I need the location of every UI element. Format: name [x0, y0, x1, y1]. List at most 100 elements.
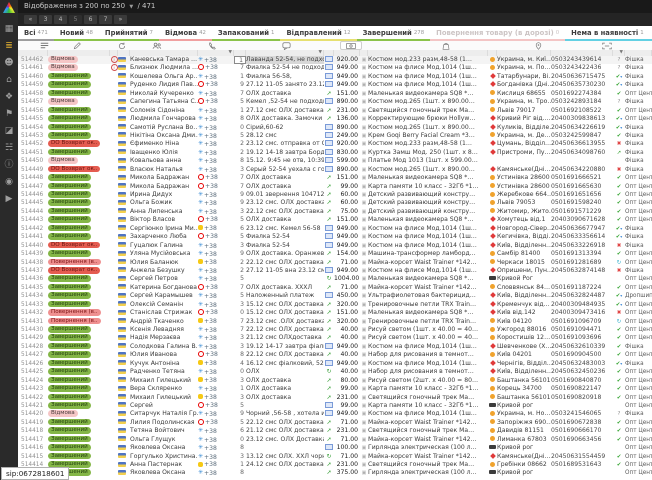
- table-row[interactable]: 514451ЗавершенийІващенко Юлія✳+38219.12 …: [18, 149, 652, 157]
- tracking-number-cell[interactable]: 0501690840870: [551, 377, 613, 385]
- comment-cell[interactable]: 15.12 смс ОЛХ доставка: [246, 301, 324, 309]
- tracking-number-cell[interactable]: 0501691665630: [551, 183, 613, 191]
- tab-Прийнятий[interactable]: Прийнятий7: [99, 26, 159, 41]
- phone-cell[interactable]: ✳+38: [198, 242, 234, 250]
- table-row[interactable]: 514420ВідмоваСитарчук Наталія Гр…✳+389Чо…: [18, 410, 652, 418]
- phone-cell[interactable]: ✳+38: [198, 292, 234, 300]
- stats-icon[interactable]: ◪: [0, 123, 18, 140]
- table-row[interactable]: 514434ЗавершенийСергей Карамышев✳+385Нал…: [18, 292, 652, 300]
- page-button-7[interactable]: 7: [99, 15, 112, 24]
- comment-cell[interactable]: 09.01 звернення 10471203 04…: [246, 191, 324, 199]
- bag-icon[interactable]: [442, 41, 450, 50]
- money-icon[interactable]: [340, 41, 362, 50]
- tracking-number-cell[interactable]: [551, 157, 613, 165]
- table-row[interactable]: 514462ВідмоваiКаневська Тамара …✳+381Лав…: [18, 56, 652, 64]
- table-row[interactable]: 514421ЗавершенийСергей+38599.00▣Карта па…: [18, 402, 652, 410]
- tracking-number-cell[interactable]: 0501691598240: [551, 199, 613, 207]
- tracking-number-cell[interactable]: [551, 444, 613, 452]
- table-row[interactable]: 514452DO Возврат ок..Єфименко Ніна✳+3822…: [18, 140, 652, 148]
- page-button-4[interactable]: 4: [54, 15, 67, 24]
- table-row[interactable]: 514460ЗавершенийКошелева Ольга Ар…✳+381Ф…: [18, 73, 652, 81]
- comment-cell[interactable]: Сірий,60-62: [246, 124, 324, 132]
- table-row[interactable]: 514422ЗавершенийМихаил Гилецький+383ОЛХ …: [18, 394, 652, 402]
- settings-icon[interactable]: ☵: [0, 140, 18, 157]
- phone-cell[interactable]: ✳+38: [198, 199, 234, 207]
- tracking-number-cell[interactable]: 20450631554459: [551, 453, 613, 461]
- products-icon[interactable]: ❖: [0, 89, 18, 106]
- tracking-number-cell[interactable]: 20450632450236: [551, 368, 613, 376]
- phone-cell[interactable]: ✳+38: [198, 275, 234, 283]
- tab-Нема в наявності[interactable]: Нема в наявності1: [565, 26, 650, 41]
- phone-cell[interactable]: +38: [198, 377, 234, 385]
- table-row[interactable]: 514454ЗавершенийСамотій Руслана Во…✳+380…: [18, 124, 652, 132]
- phone-cell[interactable]: ✳+38: [198, 469, 234, 477]
- tab-Запакований[interactable]: Запакований1: [212, 26, 281, 41]
- phone-cell[interactable]: ✳+38: [198, 410, 234, 418]
- location-pin-icon[interactable]: [535, 41, 542, 50]
- comment-cell[interactable]: Фиалка 52-54: [246, 242, 324, 250]
- edit-icon[interactable]: [73, 41, 81, 50]
- tracking-number-cell[interactable]: 0503243439614: [551, 56, 613, 64]
- table-row[interactable]: 514430ЗавершенийКсенія Левадняя✳+38722.1…: [18, 326, 652, 334]
- table-row[interactable]: 514444ЗавершенийАнна Липенська✳+38322.12…: [18, 208, 652, 216]
- comment-cell[interactable]: Серый 52-54 уехала с города: [246, 166, 324, 174]
- tab-Відмова[interactable]: Відмова42: [159, 26, 212, 41]
- tracking-number-cell[interactable]: 0501692108522: [551, 107, 613, 115]
- phone-cell[interactable]: +38: [198, 233, 234, 241]
- tracking-number-cell[interactable]: 0501690672838: [551, 419, 613, 427]
- tracking-number-cell[interactable]: 0501692274384: [551, 90, 613, 98]
- app-logo[interactable]: [3, 2, 15, 13]
- phone-cell[interactable]: ✳+38: [198, 166, 234, 174]
- table-row[interactable]: 514423ЗавершенийВера Скляренко✳+381ОЛХ д…: [18, 385, 652, 393]
- phone-cell[interactable]: ✳+38: [198, 208, 234, 216]
- table-row[interactable]: 514442ЗавершенийСергіюнко Ірина Ми…+3862…: [18, 225, 652, 233]
- tracking-number-cell[interactable]: 20400309473416: [551, 309, 613, 317]
- tab-Новий[interactable]: Новий48: [54, 26, 99, 41]
- comment-cell[interactable]: 27.12 11-05 вна 23.12 смс. 19…: [246, 267, 324, 275]
- tab-Відправлений[interactable]: Відправлений12: [280, 26, 356, 41]
- phone-cell[interactable]: ✳+38: [198, 444, 234, 452]
- table-row[interactable]: 514424ЗавершенийМихаил Гилецький+383ОЛХ …: [18, 377, 652, 385]
- comment-cell[interactable]: 23.12 смс. Кемел 56-58: [246, 225, 324, 233]
- tracking-number-cell[interactable]: 0501691281689: [551, 259, 613, 267]
- table-row[interactable]: 514435ЗавершенийКатерина Богданова+387ОЛ…: [18, 284, 652, 292]
- tracking-number-cell[interactable]: 0501691313394: [551, 250, 613, 258]
- table-row[interactable]: 514429ЗавершенийНадія Мерзаєва✳+38321.12…: [18, 334, 652, 342]
- comment-cell[interactable]: 19.12 14-17 завтра фіалковий,…: [246, 343, 324, 351]
- table-row[interactable]: 514446ЗавершенийИрина Дидух✳+38909.01 зв…: [18, 191, 652, 199]
- tracking-number-cell[interactable]: 0501691094471: [551, 326, 613, 334]
- range-dropdown-caret[interactable]: ▼: [129, 4, 133, 10]
- tracking-number-cell[interactable]: 0503241546065: [551, 410, 613, 418]
- phone-cell[interactable]: +38: [198, 284, 234, 292]
- phone-cell[interactable]: ✳+38: [198, 132, 234, 140]
- tracking-number-cell[interactable]: 0501689531643: [551, 461, 613, 469]
- tab-Повернення товару (в дорозі)[interactable]: Повернення товару (в дорозі)0: [430, 26, 565, 41]
- table-row[interactable]: 514436ЗавершенийСергей Петров✳+385↻1004.…: [18, 275, 652, 283]
- comment-cell[interactable]: 13.12 смс ОЛХ. ХХЛ чорний: [246, 453, 324, 461]
- phone-cell[interactable]: ✳+38: [198, 436, 234, 444]
- table-row[interactable]: 514439ЗавершенийУляна Мусійовська✳+389ОЛ…: [18, 250, 652, 258]
- tracking-number-cell[interactable]: 20400309484935: [551, 301, 613, 309]
- phone-cell[interactable]: ✳+38: [198, 191, 234, 199]
- comment-cell[interactable]: [246, 469, 324, 477]
- comment-cell[interactable]: 24.12 смс ОЛХ доставка: [246, 461, 324, 469]
- table-row[interactable]: 514413ЗавершенийЯковлева Оксана✳+388➚375…: [18, 469, 652, 477]
- video-icon[interactable]: ▶: [0, 191, 18, 208]
- comment-cell[interactable]: Наложенный платеж: [246, 292, 324, 300]
- comment-cell[interactable]: ОЛХ доставка: [246, 385, 324, 393]
- screens-icon[interactable]: ▦: [0, 21, 18, 38]
- phone-cell[interactable]: +38: [198, 351, 234, 359]
- table-row[interactable]: 514415ЗавершенийГоргулько Христина…✳+383…: [18, 453, 652, 461]
- table-row[interactable]: 514425ЗавершенийРадченко Тетяна✳+380ОЛХ↻…: [18, 368, 652, 376]
- table-row[interactable]: 514417ЗавершенийОльга Глущук✳+38023.12 с…: [18, 436, 652, 444]
- comment-cell[interactable]: 23.12 смс. ОЛХ доставка: [246, 199, 324, 207]
- tracking-number-cell[interactable]: 20403090671628: [551, 216, 613, 224]
- tracking-number-cell[interactable]: 0501690666170: [551, 427, 613, 435]
- phone-cell[interactable]: +38: [198, 225, 234, 233]
- comment-cell[interactable]: ОЛХ доставка: [246, 174, 324, 182]
- comment-cell[interactable]: Лаванда 52-54, не подходит: [246, 56, 324, 64]
- table-row[interactable]: 514461ВідмоваiБлизнюк Людмила …+387Фиалк…: [18, 64, 652, 72]
- list-icon[interactable]: [40, 41, 49, 50]
- comment-cell[interactable]: Чорний ,56-58 , хотела исключ…: [246, 410, 324, 418]
- table-row[interactable]: 514437DO Возврат ок..Анжела Безушку✳+382…: [18, 267, 652, 275]
